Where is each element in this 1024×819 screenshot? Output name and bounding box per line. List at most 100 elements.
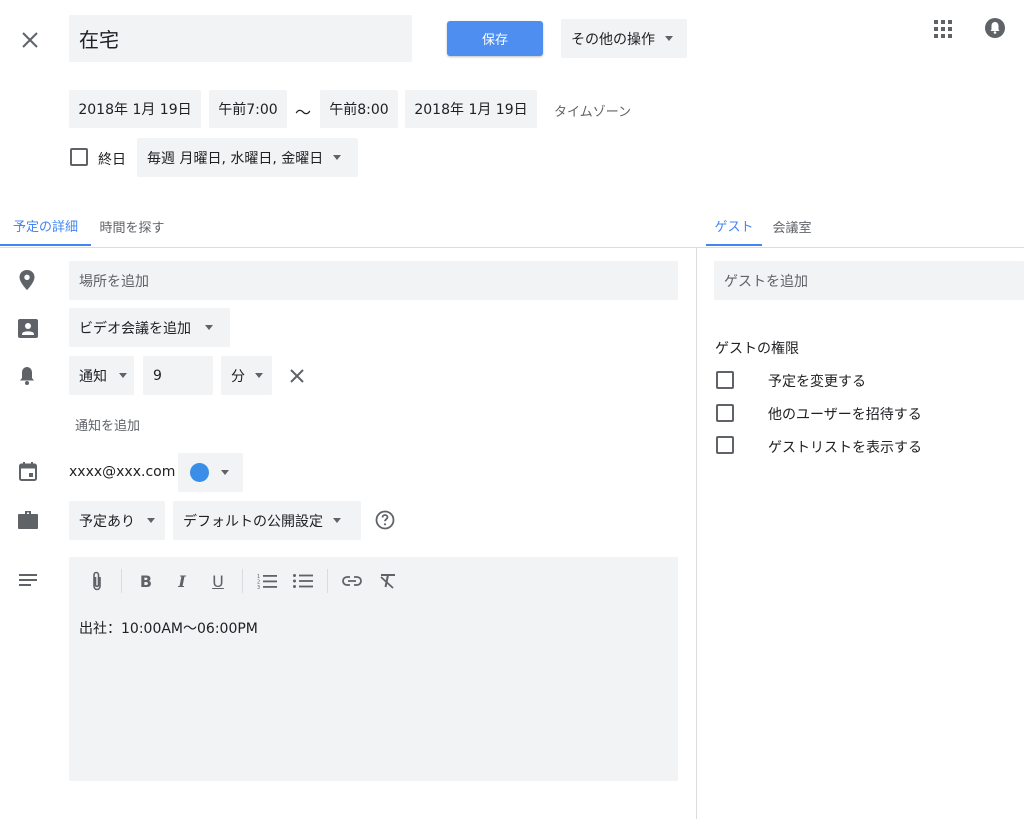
permission-see-list-checkbox[interactable] [716, 436, 734, 454]
close-icon [22, 32, 38, 48]
help-icon [375, 510, 395, 530]
description-text: 出社：10:00AM〜06:00PM [79, 621, 258, 637]
more-actions-label: その他の操作 [571, 31, 655, 48]
attach-button[interactable] [85, 569, 109, 593]
time-separator: 〜 [295, 103, 312, 122]
tab-rooms-label: 会議室 [772, 220, 812, 236]
recurrence-dropdown[interactable]: 毎週 月曜日, 水曜日, 金曜日 [137, 138, 358, 177]
toolbar-separator [121, 569, 122, 593]
permission-invite-checkbox[interactable] [716, 404, 734, 422]
bold-button[interactable]: B [134, 569, 158, 593]
notification-value-input[interactable]: 9 [143, 356, 213, 395]
start-date: 2018年 1月 19日 [78, 102, 192, 118]
close-button[interactable] [14, 24, 46, 56]
save-button[interactable]: 保存 [447, 21, 543, 56]
chevron-down-icon [333, 155, 342, 160]
add-notification-link[interactable]: 通知を追加 [75, 415, 140, 434]
end-date: 2018年 1月 19日 [414, 102, 528, 118]
tabs-divider [0, 247, 1024, 248]
start-time-field[interactable]: 午前7:00 [209, 90, 287, 128]
tab-find-time-label: 時間を探す [99, 220, 165, 236]
all-day-label: 終日 [98, 152, 126, 168]
timezone-link[interactable]: タイムゾーン [554, 101, 631, 120]
end-time: 午前8:00 [329, 102, 389, 118]
title-value: 在宅 [79, 28, 119, 52]
more-actions-dropdown[interactable]: その他の操作 [561, 19, 687, 58]
calendar-email: xxxx@xxx.com [69, 464, 176, 480]
permission-modify-checkbox[interactable] [716, 371, 734, 389]
underline-icon: U [212, 571, 224, 591]
permission-see-list-label: ゲストリストを表示する [768, 440, 922, 456]
location-pin-icon [19, 270, 35, 290]
visibility-dropdown[interactable]: デフォルトの公開設定 [173, 501, 361, 540]
event-color-dropdown[interactable] [178, 453, 243, 492]
bold-icon: B [139, 571, 153, 591]
chevron-down-icon [255, 373, 263, 378]
notifications-button[interactable] [982, 15, 1008, 41]
description-editor[interactable]: B I U 1 2 3 出社：10:00AM〜06:00PM [69, 557, 678, 781]
apps-button[interactable] [929, 15, 957, 43]
add-guest-input[interactable]: ゲストを追加 [714, 261, 1024, 300]
italic-button[interactable]: I [170, 569, 194, 593]
tab-rooms[interactable]: 会議室 [764, 206, 820, 246]
tab-details-label: 予定の詳細 [12, 219, 78, 235]
location-placeholder: 場所を追加 [79, 273, 149, 290]
video-conference-label: ビデオ会議を追加 [79, 320, 191, 337]
chevron-down-icon [333, 518, 341, 523]
add-guest-placeholder: ゲストを追加 [724, 273, 808, 290]
toolbar-separator [242, 569, 243, 593]
start-time: 午前7:00 [218, 102, 278, 118]
bulleted-list-button[interactable] [291, 569, 315, 593]
bulleted-list-icon [293, 574, 313, 588]
all-day-checkbox[interactable] [70, 148, 88, 166]
tab-details[interactable]: 予定の詳細 [0, 206, 91, 246]
link-icon [342, 576, 362, 586]
end-time-field[interactable]: 午前8:00 [320, 90, 398, 128]
clear-formatting-icon [380, 574, 395, 589]
remove-notification-button[interactable] [285, 364, 309, 388]
tab-guests[interactable]: ゲスト [706, 206, 762, 246]
toolbar-separator [327, 569, 328, 593]
permission-modify-label: 予定を変更する [768, 374, 866, 390]
chevron-down-icon [119, 373, 127, 378]
attachment-icon [93, 571, 101, 591]
notification-type-dropdown[interactable]: 通知 [69, 356, 134, 395]
bell-icon [20, 367, 34, 385]
svg-text:3: 3 [257, 585, 260, 589]
calendar-icon [19, 462, 37, 481]
notes-icon [19, 574, 37, 586]
numbered-list-button[interactable]: 1 2 3 [255, 569, 279, 593]
briefcase-icon [18, 511, 38, 529]
recurrence-value: 毎週 月曜日, 水曜日, 金曜日 [147, 150, 324, 167]
availability-value: 予定あり [79, 513, 135, 530]
tab-find-time[interactable]: 時間を探す [92, 206, 172, 246]
link-button[interactable] [340, 569, 364, 593]
tab-guests-label: ゲスト [714, 219, 754, 235]
title-field[interactable]: 在宅 [69, 15, 412, 62]
availability-dropdown[interactable]: 予定あり [69, 501, 165, 540]
end-date-field[interactable]: 2018年 1月 19日 [405, 90, 537, 128]
notification-unit: 分 [231, 368, 245, 385]
chevron-down-icon [665, 36, 673, 41]
apps-grid-icon [934, 20, 952, 38]
save-label: 保存 [481, 33, 508, 48]
location-input[interactable]: 場所を追加 [69, 261, 678, 300]
formatting-toolbar: B I U 1 2 3 [85, 569, 400, 593]
permission-invite-label: 他のユーザーを招待する [768, 407, 922, 423]
notification-value: 9 [153, 367, 162, 384]
numbered-list-icon: 1 2 3 [257, 574, 277, 589]
guest-permissions-title: ゲストの権限 [715, 341, 799, 357]
underline-button[interactable]: U [206, 569, 230, 593]
clear-formatting-button[interactable] [376, 569, 400, 593]
visibility-value: デフォルトの公開設定 [183, 513, 323, 530]
panel-divider [696, 248, 697, 819]
chevron-down-icon [221, 470, 229, 475]
notification-unit-dropdown[interactable]: 分 [221, 356, 272, 395]
close-icon [290, 369, 304, 383]
video-conference-icon [18, 319, 38, 338]
start-date-field[interactable]: 2018年 1月 19日 [69, 90, 201, 128]
visibility-help-button[interactable] [374, 509, 396, 531]
chevron-down-icon [205, 325, 213, 330]
video-conference-dropdown[interactable]: ビデオ会議を追加 [69, 308, 230, 347]
bell-icon [985, 18, 1005, 38]
